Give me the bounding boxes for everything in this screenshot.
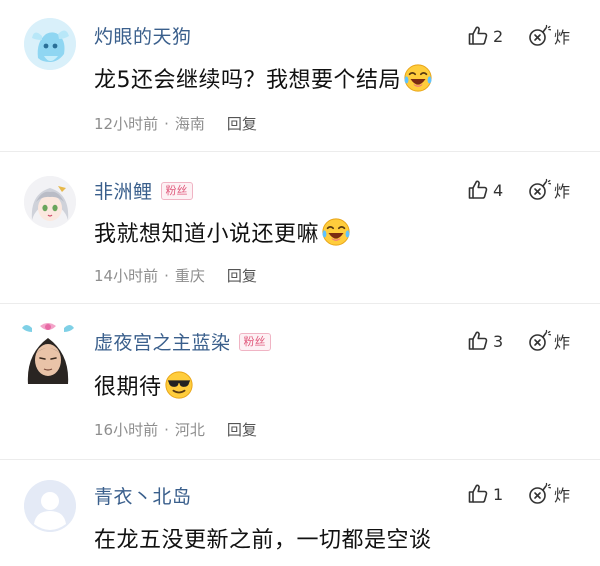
blue-fantasy-creature-avatar-icon: [24, 18, 76, 70]
bomb-label: 炸: [554, 182, 571, 201]
username[interactable]: 非洲鲤: [94, 177, 153, 204]
comment-text: 很期待: [94, 375, 162, 400]
laughing-crying-emoji-icon: [403, 63, 433, 93]
comment-item: 青衣丶北岛 1 炸 在龙五没更新之前，一切都是空谈: [0, 460, 600, 566]
reply-button[interactable]: 回复: [227, 265, 257, 286]
avatar[interactable]: [18, 320, 78, 384]
like-button[interactable]: 4: [466, 178, 503, 202]
comment-item: 虚夜宫之主蓝染 粉丝 3 炸 很期待 16小时前 · 河北 回复: [0, 304, 600, 454]
bomb-button[interactable]: 炸: [527, 24, 570, 48]
bomb-button[interactable]: 炸: [527, 178, 570, 202]
like-count: 1: [493, 484, 504, 504]
like-count: 2: [493, 26, 504, 46]
comment-text: 龙5还会继续吗？我想要个结局: [94, 68, 401, 93]
bomb-icon: [527, 482, 551, 506]
bomb-icon: [527, 178, 551, 202]
thumbs-up-icon: [466, 329, 490, 353]
comment-location: 河北: [174, 421, 205, 439]
default-user-avatar-icon: [24, 480, 76, 532]
separator-dot: ·: [164, 114, 169, 133]
comment-item: 非洲鲤 粉丝 4 炸 我就想知道小说还更嘛 14小时前 · 重庆 回复: [0, 152, 600, 302]
comment-location: 海南: [174, 115, 205, 133]
reply-button[interactable]: 回复: [227, 419, 257, 440]
comment-text: 在龙五没更新之前，一切都是空谈: [94, 528, 432, 553]
thumbs-up-icon: [466, 24, 490, 48]
fan-badge: 粉丝: [160, 181, 193, 200]
thumbs-up-icon: [466, 178, 490, 202]
bomb-icon: [527, 24, 551, 48]
comment-item: 灼眼的天狗 2 炸 龙5还会继续吗？我想要个结局 12小时前 · 海南 回复: [0, 0, 600, 150]
username[interactable]: 青衣丶北岛: [94, 482, 192, 509]
sunglasses-emoji-icon: [164, 370, 194, 400]
avatar[interactable]: [24, 480, 76, 532]
like-button[interactable]: 3: [466, 329, 503, 353]
like-count: 4: [493, 180, 504, 200]
comment-time: 12小时前: [94, 115, 159, 133]
separator-dot: ·: [164, 420, 169, 439]
like-button[interactable]: 1: [466, 482, 503, 506]
bomb-label: 炸: [554, 28, 571, 47]
like-count: 3: [493, 331, 504, 351]
anime-girl-avatar-icon: [24, 176, 76, 228]
avatar[interactable]: [24, 176, 76, 228]
separator-dot: ·: [164, 266, 169, 285]
bomb-label: 炸: [554, 333, 571, 352]
comment-location: 重庆: [174, 267, 205, 285]
comment-text: 我就想知道小说还更嘛: [94, 222, 320, 247]
bomb-label: 炸: [554, 486, 571, 505]
anime-man-with-bow-avatar-icon: [21, 323, 75, 384]
bomb-icon: [527, 329, 551, 353]
fan-badge: 粉丝: [238, 332, 271, 351]
username[interactable]: 虚夜宫之主蓝染: [94, 328, 231, 355]
comment-time: 14小时前: [94, 267, 159, 285]
like-button[interactable]: 2: [466, 24, 503, 48]
laughing-crying-emoji-icon: [321, 217, 351, 247]
bomb-button[interactable]: 炸: [527, 482, 570, 506]
comment-time: 16小时前: [94, 421, 159, 439]
thumbs-up-icon: [466, 482, 490, 506]
avatar[interactable]: [24, 18, 76, 70]
reply-button[interactable]: 回复: [227, 113, 257, 134]
bomb-button[interactable]: 炸: [527, 329, 570, 353]
username[interactable]: 灼眼的天狗: [94, 22, 192, 49]
